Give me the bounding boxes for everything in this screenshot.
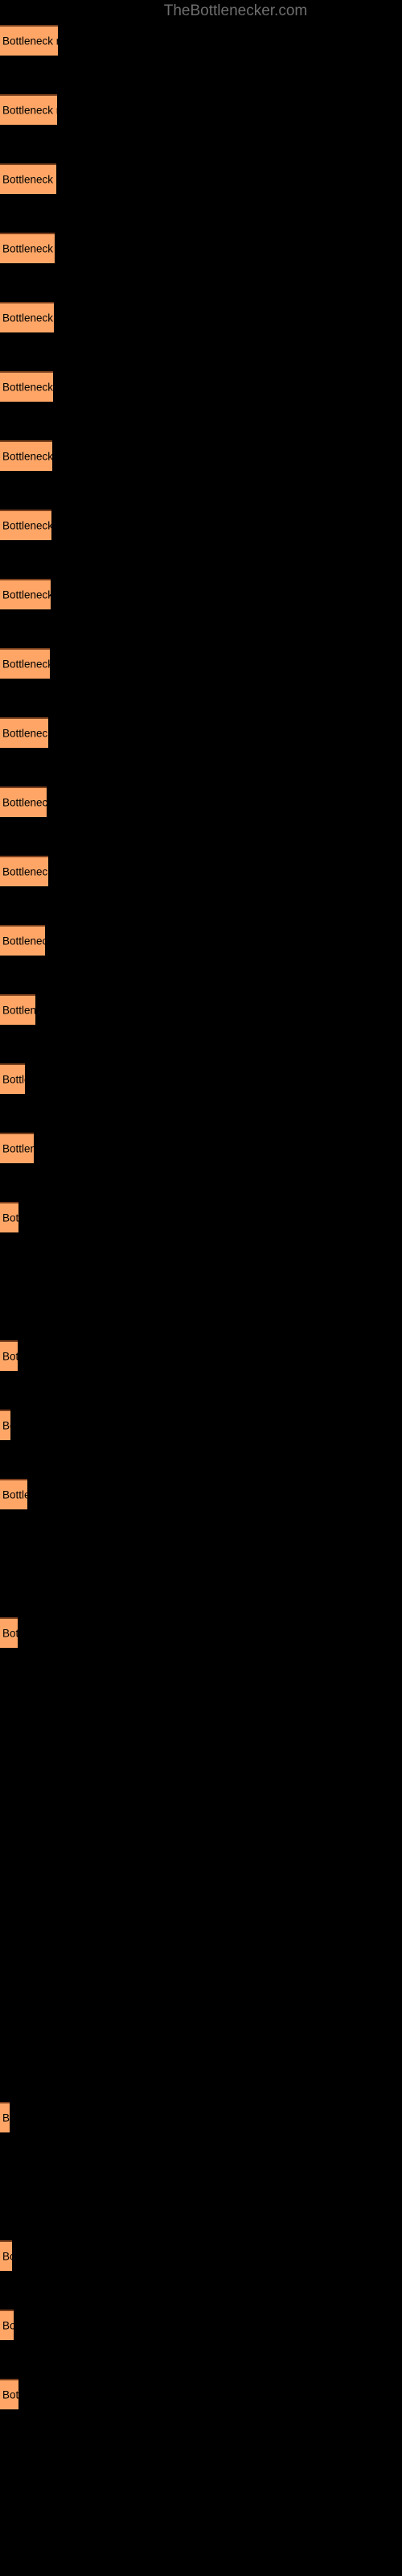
bottleneck-bar[interactable]: Bottleneck result — [0, 1340, 18, 1371]
bottleneck-bar[interactable]: Bottleneck result — [0, 579, 51, 609]
bar-label: Bottleneck result — [2, 2319, 14, 2332]
bottleneck-bar[interactable]: Bottleneck result — [0, 1617, 18, 1648]
bar-label: Bottleneck result — [2, 519, 51, 532]
bottleneck-bar[interactable]: Bottleneck result — [0, 1410, 10, 1440]
bar-label: Bottleneck result — [2, 796, 47, 809]
bottleneck-bar[interactable]: Bottleneck result — [0, 925, 45, 956]
bottleneck-bar[interactable]: Bottleneck result — [0, 2240, 12, 2271]
bar-label: Bottleneck result — [2, 1212, 18, 1224]
bottleneck-bar[interactable]: Bottleneck result — [0, 2102, 10, 2132]
bar-label: Bottleneck result — [2, 865, 48, 878]
bar-label: Bottleneck result — [2, 1350, 18, 1363]
bottleneck-bar[interactable]: Bottleneck result — [0, 1063, 25, 1094]
bar-label: Bottleneck result — [2, 2250, 12, 2263]
bottleneck-bar[interactable]: Bottleneck result — [0, 786, 47, 817]
bar-label: Bottleneck result — [2, 658, 50, 671]
bottleneck-bar[interactable]: Bottleneck result — [0, 1133, 34, 1163]
bar-label: Bottleneck result — [2, 450, 52, 463]
bar-label: Bottleneck result — [2, 1073, 25, 1086]
bottleneck-bar[interactable]: Bottleneck result — [0, 302, 54, 332]
bottleneck-bar[interactable]: Bottleneck result — [0, 510, 51, 540]
bar-label: Bottleneck result — [2, 1488, 27, 1501]
bar-label: Bottleneck result — [2, 2388, 18, 2401]
bar-label: Bottleneck result — [2, 35, 58, 47]
bar-label: Bottleneck result — [2, 1627, 18, 1640]
bar-label: Bottleneck result — [2, 242, 55, 255]
bottleneck-bar[interactable]: Bottleneck result — [0, 856, 48, 886]
bar-label: Bottleneck result — [2, 727, 48, 740]
bar-label: Bottleneck result — [2, 588, 51, 601]
bottleneck-bar[interactable]: Bottleneck result — [0, 440, 52, 471]
bottleneck-bar[interactable]: Bottleneck result — [0, 25, 58, 56]
bottleneck-bar[interactable]: Bottleneck result — [0, 1479, 27, 1509]
bottleneck-bar[interactable]: Bottleneck result — [0, 1202, 18, 1232]
bar-label: Bottleneck result — [2, 1004, 35, 1017]
bar-label: Bottleneck result — [2, 1419, 10, 1432]
bottleneck-bar[interactable]: Bottleneck result — [0, 2310, 14, 2340]
bottleneck-bar[interactable]: Bottleneck result — [0, 994, 35, 1025]
bar-label: Bottleneck result — [2, 2112, 10, 2124]
bar-label: Bottleneck result — [2, 104, 57, 117]
bar-label: Bottleneck result — [2, 381, 53, 394]
bottleneck-bar[interactable]: Bottleneck result — [0, 2379, 18, 2409]
bar-label: Bottleneck result — [2, 312, 54, 324]
bottleneck-bar[interactable]: Bottleneck result — [0, 94, 57, 125]
bottleneck-bar[interactable]: Bottleneck result — [0, 717, 48, 748]
bottleneck-bar[interactable]: Bottleneck result — [0, 648, 50, 679]
bottleneck-bar[interactable]: Bottleneck result — [0, 163, 56, 194]
bottleneck-bar[interactable]: Bottleneck result — [0, 233, 55, 263]
bar-label: Bottleneck result — [2, 935, 45, 947]
bottleneck-bar[interactable]: Bottleneck result — [0, 371, 53, 402]
bar-label: Bottleneck result — [2, 173, 56, 186]
bar-label: Bottleneck result — [2, 1142, 34, 1155]
bottleneck-bar-chart: Bottleneck result Bottleneck result Bottle… — [0, 0, 402, 2576]
